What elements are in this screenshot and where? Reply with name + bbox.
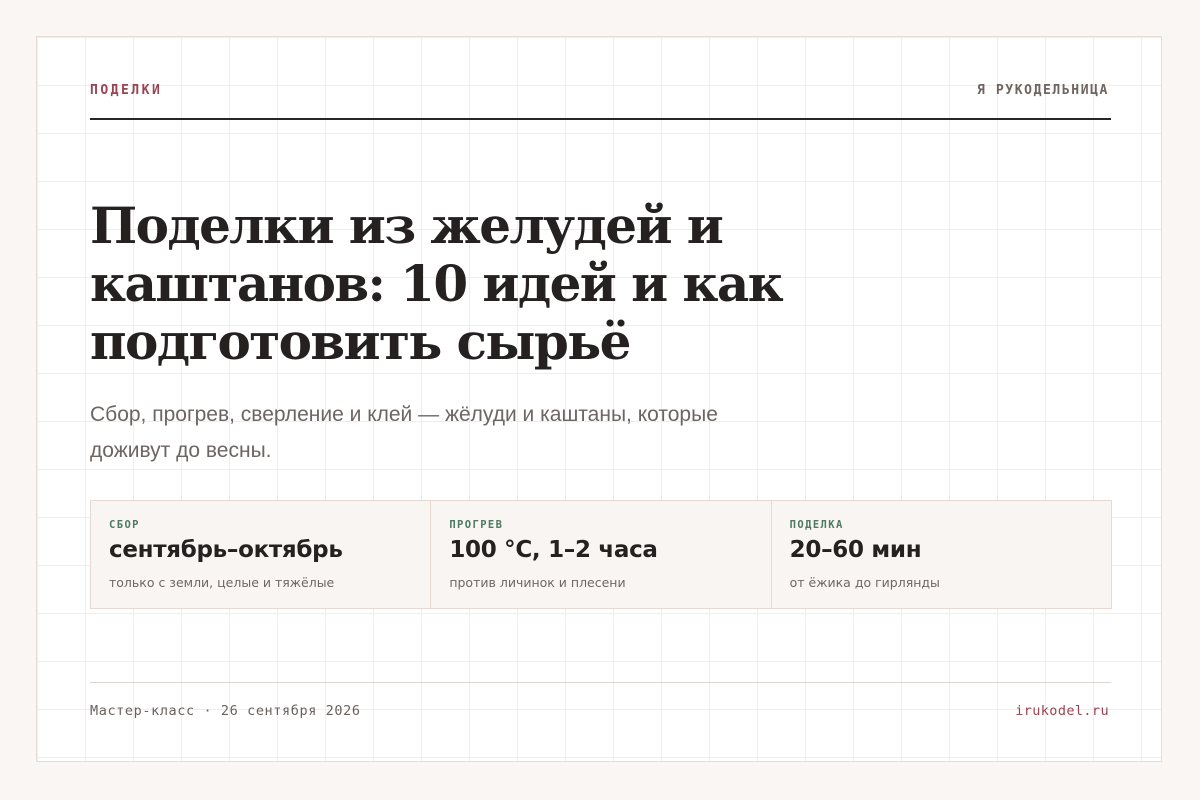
stat-craft-time: ПОДЕЛКА 20–60 мин от ёжика до гирлянды — [772, 501, 1111, 608]
stat-value: сентябрь–октябрь — [109, 537, 343, 563]
article-title: Поделки из желудей и каштанов: 10 идей и… — [90, 196, 784, 371]
footer-meta: Мастер-класс · 26 сентября 2026 — [90, 703, 361, 719]
article-subtitle: Сбор, прогрев, сверление и клей — жёлуди… — [90, 403, 718, 462]
stat-heating: ПРОГРЕВ 100 °C, 1–2 часа против личинок … — [431, 501, 772, 608]
brand-name[interactable]: Я РУКОДЕЛЬНИЦА — [977, 83, 1109, 98]
article-card: ПОДЕЛКИ Я РУКОДЕЛЬНИЦА Поделки из желуде… — [36, 36, 1162, 762]
stat-note: от ёжика до гирлянды — [789, 575, 940, 590]
stat-label: СБОР — [109, 519, 140, 531]
site-link[interactable]: irukodel.ru — [1015, 703, 1109, 719]
stat-note: только с земли, целые и тяжёлые — [109, 575, 335, 590]
stat-note: против личинок и плесени — [449, 575, 626, 590]
stat-label: ПОДЕЛКА — [789, 519, 844, 531]
stat-label: ПРОГРЕВ — [449, 519, 504, 531]
stats-panel: СБОР сентябрь–октябрь только с земли, це… — [90, 500, 1112, 609]
stat-value: 20–60 мин — [789, 537, 922, 563]
stat-value: 100 °C, 1–2 часа — [449, 537, 658, 563]
footer-divider — [90, 682, 1111, 683]
header-divider — [90, 118, 1111, 120]
category-label[interactable]: ПОДЕЛКИ — [90, 83, 162, 98]
stat-collection: СБОР сентябрь–октябрь только с земли, це… — [91, 501, 432, 608]
